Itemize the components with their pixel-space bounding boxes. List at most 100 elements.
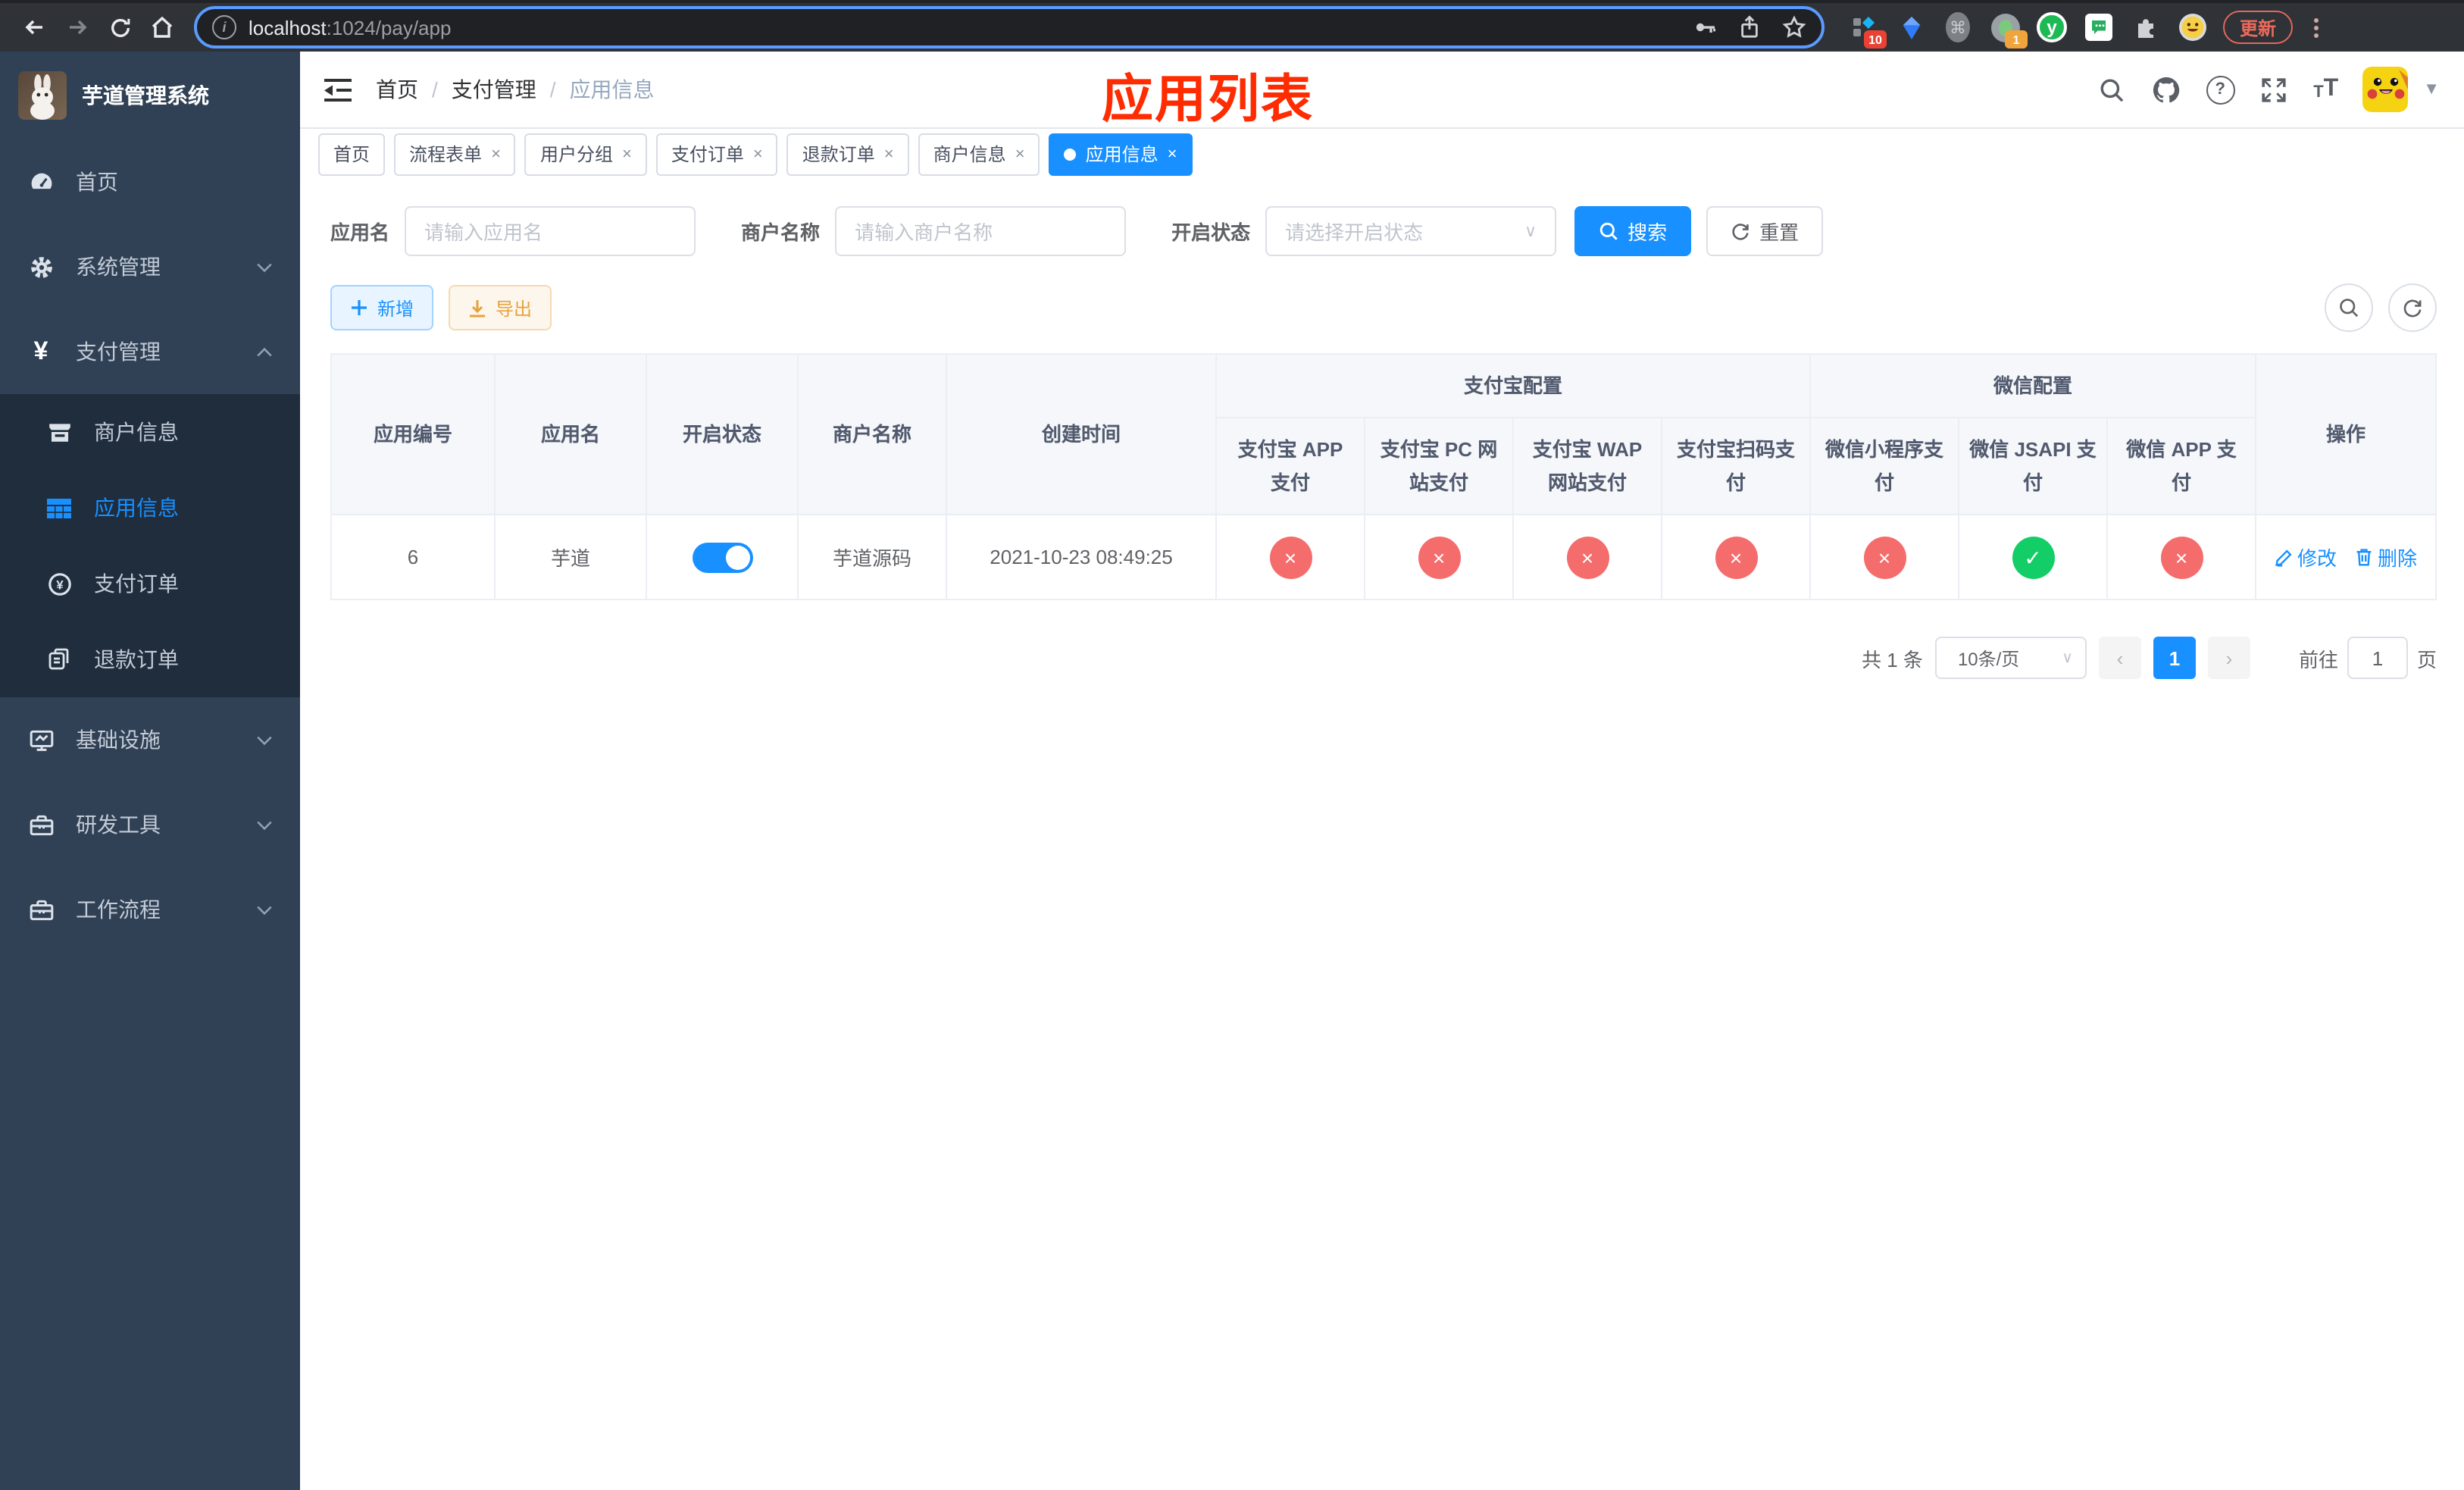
tab-退款订单[interactable]: 退款订单 × (786, 133, 909, 175)
tab-应用信息[interactable]: 应用信息 × (1049, 133, 1193, 175)
cell-status (646, 514, 799, 600)
sidebar-item-app-info[interactable]: 应用信息 (0, 470, 300, 546)
site-info-icon[interactable]: i (212, 15, 236, 39)
avatar-caret-icon[interactable]: ▼ (2423, 80, 2440, 99)
merchant-name-input[interactable]: 请输入商户名称 (835, 206, 1127, 256)
config-status-alipay-pc: × (1418, 536, 1460, 578)
extension-chat-icon[interactable] (2084, 12, 2114, 42)
add-button[interactable]: 新增 (330, 285, 434, 330)
status-select[interactable]: 请选择开启状态 ∨ (1265, 206, 1557, 256)
tab-流程表单[interactable]: 流程表单 × (394, 133, 516, 175)
page-size-select[interactable]: 10条/页 ∨ (1934, 637, 2087, 679)
share-icon[interactable] (1738, 15, 1761, 39)
tab-用户分组[interactable]: 用户分组 × (524, 133, 647, 175)
export-button[interactable]: 导出 (449, 285, 552, 330)
sidebar-item-refund-orders[interactable]: 退款订单 (0, 621, 300, 697)
sidebar-item-label: 研发工具 (76, 812, 161, 837)
breadcrumb-current: 应用信息 (569, 77, 655, 102)
github-icon[interactable] (2151, 74, 2181, 105)
app-logo[interactable]: 芋道管理系统 (0, 52, 300, 139)
browser-toolbar: i localhost:1024/pay/app 10 ⌘ 1 y 更新 (0, 0, 2464, 52)
breadcrumb-home[interactable]: 首页 (376, 74, 418, 105)
chevron-up-icon (256, 346, 273, 357)
col-alipay-qr: 支付宝扫码支付 (1660, 417, 1812, 515)
sidebar-item-workflow[interactable]: 工作流程 (0, 867, 300, 952)
url-text[interactable]: localhost:1024/pay/app (249, 16, 1693, 39)
home-icon[interactable] (142, 8, 182, 47)
tab-支付订单[interactable]: 支付订单 × (655, 133, 778, 175)
extension-y-icon[interactable]: y (2037, 12, 2067, 42)
extension-circle-icon[interactable]: 1 (1990, 12, 2028, 49)
status-label: 开启状态 (1171, 221, 1251, 244)
extension-blocks-icon[interactable]: 10 (1849, 12, 1887, 49)
sidebar-item-infrastructure[interactable]: 基础设施 (0, 697, 300, 782)
tab-首页[interactable]: 首页 (318, 133, 386, 175)
extension-gem-icon[interactable] (1896, 12, 1926, 42)
sidebar-item-system[interactable]: 系统管理 (0, 224, 300, 309)
col-status: 开启状态 (646, 353, 799, 515)
sidebar-item-pay-orders[interactable]: ¥ 支付订单 (0, 546, 300, 621)
sidebar-item-payment[interactable]: ¥ 支付管理 (0, 309, 300, 394)
app-name-label: 应用名 (330, 221, 390, 244)
back-icon[interactable] (15, 8, 55, 47)
page-1-button[interactable]: 1 (2153, 637, 2196, 679)
close-tab-icon[interactable]: × (1168, 145, 1177, 163)
goto-page-input[interactable]: 1 (2347, 637, 2408, 679)
reset-button[interactable]: 重置 (1706, 206, 1824, 256)
breadcrumb: 首页 / 支付管理 / 应用信息 (376, 74, 655, 105)
url-bar[interactable]: i localhost:1024/pay/app (194, 6, 1825, 49)
browser-update-button[interactable]: 更新 (2223, 11, 2294, 44)
cell-merchant: 芋道源码 (797, 514, 947, 600)
browser-menu-icon[interactable] (2305, 17, 2326, 37)
page-title-annotation: 应用列表 (1102, 71, 1314, 129)
toggle-search-button[interactable] (2325, 283, 2373, 332)
extension-badge: 10 (1864, 30, 1887, 49)
breadcrumb-separator: / (549, 77, 556, 102)
sidebar: 芋道管理系统 首页 系统管理 ¥ 支付管理 商户信息 应用信息 ¥ 支付订单 退… (0, 52, 300, 1490)
status-toggle[interactable] (692, 542, 752, 572)
next-page-button[interactable]: › (2207, 637, 2250, 679)
profile-avatar-icon[interactable] (2178, 12, 2208, 42)
app-title: 芋道管理系统 (82, 83, 209, 108)
extension-command-icon[interactable]: ⌘ (1943, 12, 1973, 42)
close-tab-icon[interactable]: × (622, 145, 632, 163)
close-tab-icon[interactable]: × (884, 145, 894, 163)
sidebar-item-label: 基础设施 (76, 728, 161, 752)
cell-app-name: 芋道 (494, 514, 647, 600)
search-button[interactable]: 搜索 (1574, 206, 1692, 256)
chevron-down-icon: ∨ (2062, 650, 2073, 666)
screen: i localhost:1024/pay/app 10 ⌘ 1 y 更新 芋道管… (0, 0, 2464, 1490)
extensions-puzzle-icon[interactable] (2131, 12, 2161, 42)
delete-button[interactable]: 删除 (2355, 543, 2417, 571)
coin-yen-icon: ¥ (45, 571, 73, 596)
search-icon[interactable] (2097, 74, 2127, 105)
sidebar-fold-icon[interactable] (300, 78, 376, 101)
fullscreen-icon[interactable] (2259, 74, 2289, 105)
forward-icon[interactable] (58, 8, 97, 47)
help-icon[interactable]: ? (2206, 75, 2235, 104)
font-size-icon[interactable]: TT (2313, 77, 2338, 102)
user-avatar[interactable] (2362, 67, 2409, 112)
close-tab-icon[interactable]: × (753, 145, 763, 163)
prev-page-button[interactable]: ‹ (2098, 637, 2141, 679)
svg-text:¥: ¥ (55, 577, 63, 591)
sidebar-item-label: 支付订单 (94, 571, 179, 596)
breadcrumb-payment[interactable]: 支付管理 (452, 74, 536, 105)
edit-button[interactable]: 修改 (2275, 543, 2337, 572)
tab-label: 流程表单 (409, 144, 483, 165)
refresh-table-button[interactable] (2388, 283, 2437, 332)
tab-商户信息[interactable]: 商户信息 × (918, 133, 1040, 175)
password-key-icon[interactable] (1693, 15, 1717, 39)
sidebar-item-home[interactable]: 首页 (0, 139, 300, 224)
sidebar-item-label: 支付管理 (76, 340, 161, 364)
table-row: 6 芋道 芋道源码 2021-10-23 08:49:25 × × × × × … (330, 514, 2437, 600)
sidebar-item-dev-tools[interactable]: 研发工具 (0, 782, 300, 867)
payment-submenu: 商户信息 应用信息 ¥ 支付订单 退款订单 (0, 394, 300, 697)
close-tab-icon[interactable]: × (1015, 145, 1025, 163)
pagination: 共 1 条 10条/页 ∨ ‹ 1 › 前往 1 页 (330, 637, 2437, 679)
reload-icon[interactable] (100, 8, 139, 47)
close-tab-icon[interactable]: × (491, 145, 501, 163)
sidebar-item-merchant-info[interactable]: 商户信息 (0, 394, 300, 470)
app-name-input[interactable]: 请输入应用名 (405, 206, 696, 256)
bookmark-star-icon[interactable] (1782, 15, 1806, 39)
